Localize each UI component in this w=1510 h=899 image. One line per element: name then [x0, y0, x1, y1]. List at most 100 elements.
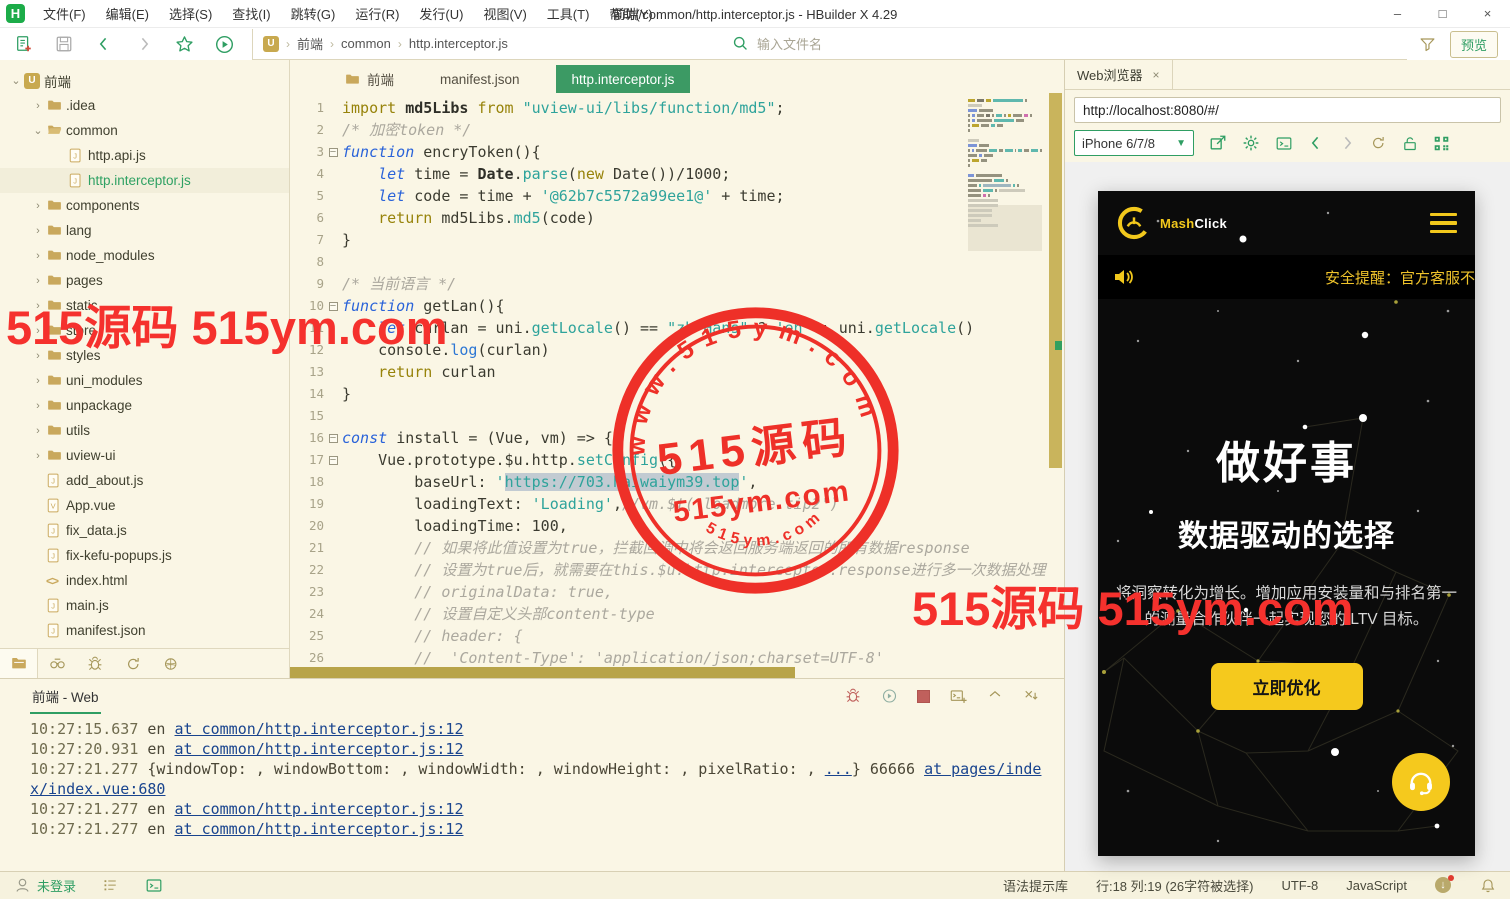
tree-item-lang[interactable]: › lang	[0, 218, 289, 243]
outline-list-icon[interactable]	[102, 878, 119, 893]
breadcrumb-item[interactable]: http.interceptor.js	[409, 36, 508, 51]
sidebar-view-bug[interactable]	[76, 649, 114, 679]
code-line[interactable]: 2/* 加密token */	[290, 119, 1064, 141]
optimize-now-button[interactable]: 立即优化	[1210, 663, 1363, 710]
tree-item-main.js[interactable]: Jmain.js	[0, 593, 289, 618]
file-search-input[interactable]: 输入文件名	[722, 29, 1407, 60]
code-line[interactable]: 22 // 设置为true后，就需要在this.$u.http.intercep…	[290, 559, 1064, 581]
code-line[interactable]: 14}	[290, 383, 1064, 405]
tree-item-index.html[interactable]: <> index.html	[0, 568, 289, 593]
run-icon[interactable]	[214, 34, 234, 54]
forward-icon[interactable]	[1339, 135, 1355, 151]
code-line[interactable]: 24 // 设置自定义头部content-type	[290, 603, 1064, 625]
sidebar-view-refresh[interactable]	[114, 649, 152, 679]
terminal-add-icon[interactable]	[949, 688, 968, 705]
fold-toggle-icon[interactable]: –	[328, 455, 338, 465]
bell-icon[interactable]	[1480, 878, 1496, 894]
menu-item[interactable]: 发行(U)	[409, 0, 473, 27]
editor-tab-manifest.json[interactable]: manifest.json	[430, 65, 530, 93]
unlock-icon[interactable]	[1402, 135, 1418, 152]
new-file-icon[interactable]	[14, 34, 34, 54]
login-status[interactable]: 未登录	[14, 876, 76, 895]
menu-item[interactable]: 运行(R)	[345, 0, 409, 27]
log-link[interactable]: at common/http.interceptor.js:12	[175, 740, 464, 758]
external-icon[interactable]	[1209, 134, 1227, 152]
tree-item-store[interactable]: › store	[0, 318, 289, 343]
cursor-position[interactable]: 行:18 列:19 (26字符被选择)	[1096, 876, 1254, 895]
tree-item-styles[interactable]: › styles	[0, 343, 289, 368]
customer-service-button[interactable]	[1392, 753, 1450, 811]
qrcode-icon[interactable]	[1433, 135, 1450, 152]
menu-item[interactable]: 帮助(Y)	[599, 0, 662, 27]
menu-item[interactable]: 选择(S)	[159, 0, 222, 27]
close-icon[interactable]: ×	[1153, 68, 1160, 82]
terminal-icon[interactable]	[145, 877, 163, 894]
browser-tab[interactable]: Web浏览器 ×	[1065, 60, 1173, 89]
tree-item-manifest.json[interactable]: Jmanifest.json	[0, 618, 289, 643]
syntax-lib-label[interactable]: 语法提示库	[1003, 876, 1068, 895]
code-line[interactable]: 20 loadingTime: 100,	[290, 515, 1064, 537]
update-icon[interactable]: ↓	[1435, 875, 1454, 894]
tree-item-utils[interactable]: › utils	[0, 418, 289, 443]
tree-item-pages[interactable]: › pages	[0, 268, 289, 293]
code-line[interactable]: 13 return curlan	[290, 361, 1064, 383]
tree-item-uview-ui[interactable]: › uview-ui	[0, 443, 289, 468]
code-line[interactable]: 16– const install = (Vue, vm) => {	[290, 427, 1064, 449]
tree-item-components[interactable]: › components	[0, 193, 289, 218]
encoding-label[interactable]: UTF-8	[1281, 878, 1318, 893]
tree-item-app.vue[interactable]: V App.vue	[0, 493, 289, 518]
code-line[interactable]: 19 loadingText: 'Loading',//vm.$t('loadm…	[290, 493, 1064, 515]
forward-icon[interactable]	[134, 34, 154, 54]
fold-toggle-icon[interactable]: –	[328, 147, 338, 157]
console-tab[interactable]: 前端 - Web	[30, 678, 101, 714]
tree-item-static[interactable]: › static	[0, 293, 289, 318]
back-icon[interactable]	[1308, 135, 1324, 151]
save-icon[interactable]	[54, 34, 74, 54]
log-link[interactable]: at common/http.interceptor.js:12	[175, 820, 464, 838]
minimap[interactable]	[968, 99, 1043, 229]
code-line[interactable]: 18 baseUrl: 'https://703.haiwaiym39.top'…	[290, 471, 1064, 493]
code-line[interactable]: 8	[290, 251, 1064, 273]
log-link[interactable]: ...	[825, 760, 852, 778]
gear-icon[interactable]	[1242, 134, 1260, 152]
url-input[interactable]: http://localhost:8080/#/	[1074, 97, 1501, 123]
editor-tab---[interactable]: 前端	[334, 65, 404, 93]
breadcrumb-item[interactable]: 前端	[297, 34, 323, 53]
tree-item-uni-modules[interactable]: › uni_modules	[0, 368, 289, 393]
star-icon[interactable]	[174, 34, 194, 54]
stop-icon[interactable]	[917, 689, 930, 703]
tree-item-node-modules[interactable]: › node_modules	[0, 243, 289, 268]
code-line[interactable]: 5 let code = time + '@62b7c5572a99ee1@' …	[290, 185, 1064, 207]
language-mode[interactable]: JavaScript	[1346, 878, 1407, 893]
tree-item-project[interactable]: ⌄ U 前端	[0, 68, 289, 93]
sidebar-view-cloud[interactable]	[152, 649, 190, 679]
code-line[interactable]: 6 return md5Libs.md5(code)	[290, 207, 1064, 229]
tree-item-add-about.js[interactable]: Jadd_about.js	[0, 468, 289, 493]
sidebar-view-files[interactable]	[0, 648, 38, 678]
bug-red-icon[interactable]	[844, 688, 862, 704]
tree-item-common[interactable]: ⌄ common	[0, 118, 289, 143]
code-line[interactable]: 21 // 如果将此值设置为true，拦截回调中将会返回服务端返回的所有数据re…	[290, 537, 1064, 559]
filter-icon[interactable]	[1419, 36, 1436, 53]
tree-item-fix-kefu-popups.js[interactable]: Jfix-kefu-popups.js	[0, 543, 289, 568]
preview-button[interactable]: 预览	[1449, 30, 1498, 58]
tree-item-.idea[interactable]: › .idea	[0, 93, 289, 118]
code-line[interactable]: 7}	[290, 229, 1064, 251]
maximize-button[interactable]: □	[1420, 0, 1465, 27]
minimize-button[interactable]: –	[1375, 0, 1420, 27]
menu-item[interactable]: 编辑(E)	[96, 0, 159, 27]
terminal-icon[interactable]	[1275, 135, 1293, 152]
menu-item[interactable]: 文件(F)	[33, 0, 96, 27]
code-line[interactable]: 17– Vue.prototype.$u.http.setConfig({	[290, 449, 1064, 471]
menu-item[interactable]: 跳转(G)	[281, 0, 346, 27]
code-area[interactable]: 1 import md5Libs from "uview-ui/libs/func…	[290, 93, 1064, 678]
code-line[interactable]: 11 let curlan = uni.getLocale() == "zh-H…	[290, 317, 1064, 339]
back-icon[interactable]	[94, 34, 114, 54]
editor-horizontal-scrollbar[interactable]	[290, 667, 795, 678]
code-line[interactable]: 12 console.log(curlan)	[290, 339, 1064, 361]
code-line[interactable]: 4 let time = Date.parse(new Date())/1000…	[290, 163, 1064, 185]
tree-item-http.api.js[interactable]: Jhttp.api.js	[0, 143, 289, 168]
tree-item-http.interceptor.js[interactable]: Jhttp.interceptor.js	[0, 168, 289, 193]
breadcrumb-item[interactable]: common	[341, 36, 391, 51]
hamburger-menu-icon[interactable]	[1430, 212, 1457, 234]
